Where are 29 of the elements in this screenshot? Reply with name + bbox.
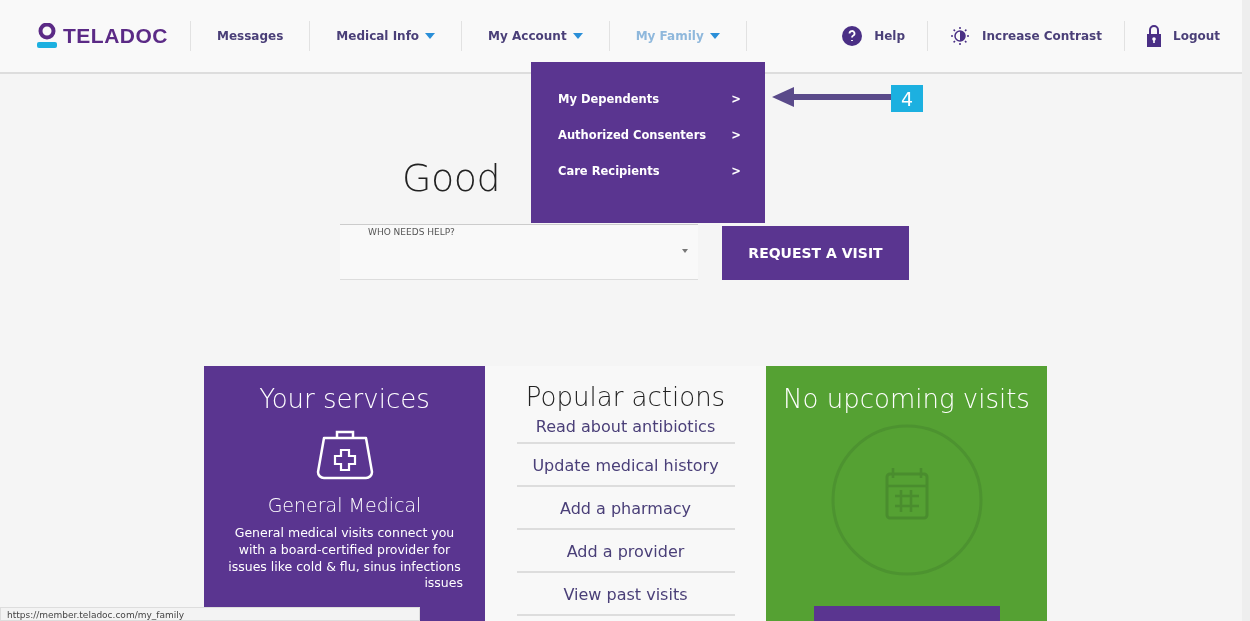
utility-link[interactable]: Increase Contrast [928,26,1124,46]
caret-icon [682,249,688,253]
contrast-icon [950,26,970,46]
request-visit-button[interactable]: REQUEST A VISIT [722,226,909,280]
service-name: General Medical [267,494,422,516]
visit-button[interactable] [813,606,1000,621]
nav-link[interactable]: My Account [462,29,609,43]
who-needs-help-field[interactable]: WHO NEEDS HELP? [340,224,698,280]
status-url: https://member.teladoc.com/my_family [0,607,420,621]
card-title: Your services [259,384,430,414]
service-description: issues [424,575,463,590]
nav-link[interactable]: Messages [191,29,310,43]
action-link[interactable]: Update medical history [516,444,735,487]
help-icon [842,26,863,46]
card-title: Popular actions [525,382,726,412]
medical-bag-icon [315,428,374,480]
step-badge: 4 [891,85,923,112]
action-link[interactable]: Read about antibiotics [516,412,735,444]
card-title: No upcoming visits [783,384,1030,414]
action-link[interactable]: Add a provider [516,530,735,573]
utility-link[interactable]: Help [820,26,927,46]
logo-icon [37,23,57,49]
logo-text[interactable]: TELADOC [63,24,168,48]
action-link[interactable]: View past visits [516,573,735,616]
utility-link[interactable]: Logout [1125,25,1242,47]
action-link[interactable]: Add a pharmacy [516,487,735,530]
greeting-heading: Good [402,155,501,202]
nav-link[interactable]: Medical Info [310,29,462,43]
lock-icon [1147,25,1161,47]
